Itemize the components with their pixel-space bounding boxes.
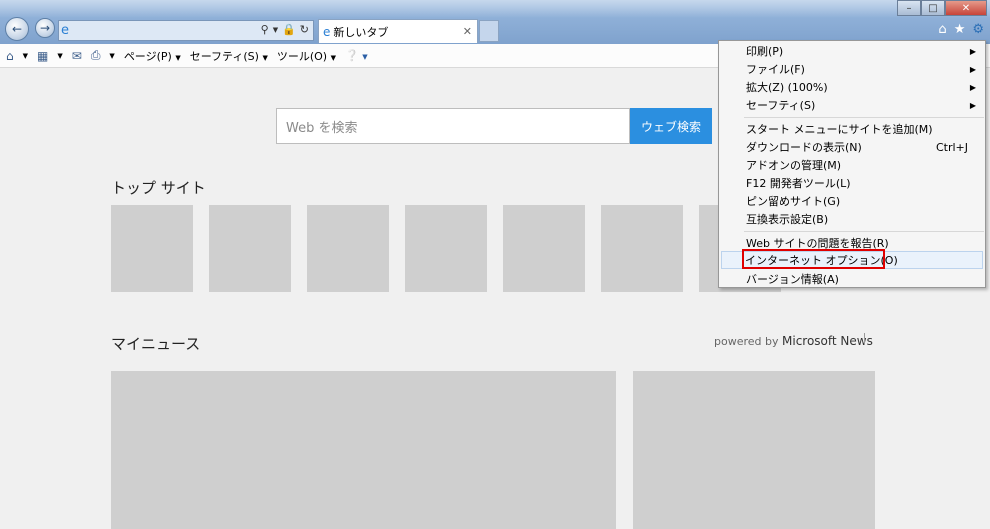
tools-menu[interactable]: ツール(O) ▼: [277, 48, 336, 64]
top-site-tile[interactable]: [111, 205, 193, 292]
address-bar[interactable]: e ⚲ ▼ 🔒 ↻: [58, 20, 314, 41]
menu-item-print[interactable]: 印刷(P) ▶: [719, 42, 985, 60]
powered-by: powered by Microsoft News: [714, 334, 873, 348]
divider: [864, 333, 865, 345]
dropdown-arrow-icon[interactable]: ▼: [23, 52, 28, 60]
top-site-tile[interactable]: [209, 205, 291, 292]
browser-right-tools: ⌂ ★ ⚙: [938, 22, 984, 37]
menu-item-about[interactable]: バージョン情報(A): [719, 270, 985, 288]
arrow-left-icon: ←: [11, 22, 23, 36]
dropdown-arrow-icon[interactable]: ▼: [109, 52, 114, 60]
print-icon[interactable]: ⎙: [91, 48, 101, 63]
dropdown-arrow-icon[interactable]: ▼: [273, 23, 278, 37]
forward-button[interactable]: →: [35, 18, 55, 38]
menu-item-label: ファイル(F): [746, 63, 805, 76]
menu-separator: [744, 117, 984, 118]
top-sites-heading: トップ サイト: [111, 179, 206, 197]
tab-title: 新しいタブ: [333, 25, 389, 39]
news-card[interactable]: [111, 371, 616, 529]
menu-item-label: アドオンの管理(M): [746, 159, 842, 172]
my-news-heading: マイニュース: [111, 335, 201, 353]
back-button[interactable]: ←: [5, 17, 29, 41]
menu-item-label: セーフティ(S): [746, 99, 816, 112]
highlight-box: [742, 249, 885, 269]
tab-new-tab[interactable]: e 新しいタブ ✕: [318, 19, 478, 43]
safety-menu[interactable]: セーフティ(S) ▼: [190, 48, 268, 64]
menu-item-label: 拡大(Z) (100%): [746, 81, 828, 94]
page-menu[interactable]: ページ(P) ▼: [124, 48, 181, 64]
menu-item-zoom[interactable]: 拡大(Z) (100%) ▶: [719, 78, 985, 96]
powered-by-prefix: powered by: [714, 335, 779, 348]
menu-item-label: F12 開発者ツール(L): [746, 177, 851, 190]
menu-item-label: ダウンロードの表示(N): [746, 141, 862, 154]
top-site-tile[interactable]: [503, 205, 585, 292]
menu-item-f12-devtools[interactable]: F12 開発者ツール(L): [719, 174, 985, 192]
minimize-button[interactable]: –: [897, 0, 921, 16]
menu-item-compat-view[interactable]: 互換表示設定(B): [719, 210, 985, 228]
rss-feed-icon[interactable]: ▦: [37, 49, 48, 63]
powered-by-brand[interactable]: Microsoft News: [782, 334, 873, 348]
submenu-arrow-icon: ▶: [969, 46, 976, 56]
search-icon[interactable]: ⚲: [261, 23, 269, 37]
help-icon[interactable]: ❔ ▼: [345, 49, 368, 62]
maximize-button[interactable]: □: [921, 0, 945, 16]
address-tools: ⚲ ▼ 🔒 ↻: [261, 23, 309, 37]
mail-icon[interactable]: ✉: [72, 49, 82, 63]
web-search: Web を検索 ウェブ検索: [276, 108, 712, 144]
browser-titlebar: ← → e ⚲ ▼ 🔒 ↻ e 新しいタブ ✕ – □ ✕ ⌂ ★ ⚙: [0, 0, 990, 44]
close-window-button[interactable]: ✕: [945, 0, 987, 16]
menu-separator: [744, 231, 984, 232]
window-controls: – □ ✕: [897, 0, 987, 16]
new-tab-button[interactable]: [479, 20, 499, 42]
top-site-tile[interactable]: [307, 205, 389, 292]
favorites-star-icon[interactable]: ★: [954, 22, 966, 37]
tools-menu-label: ツール(O): [276, 49, 328, 63]
top-site-tile[interactable]: [601, 205, 683, 292]
top-site-tile[interactable]: [405, 205, 487, 292]
submenu-arrow-icon: ▶: [969, 100, 976, 110]
submenu-arrow-icon: ▶: [969, 82, 976, 92]
menu-item-manage-addons[interactable]: アドオンの管理(M): [719, 156, 985, 174]
home-icon[interactable]: ⌂: [6, 49, 14, 63]
gear-icon[interactable]: ⚙: [972, 22, 984, 37]
menu-item-label: 互換表示設定(B): [746, 213, 829, 226]
lock-icon[interactable]: 🔒: [282, 23, 296, 37]
search-input[interactable]: Web を検索: [276, 108, 630, 144]
arrow-right-icon: →: [39, 21, 51, 35]
page-menu-label: ページ(P): [123, 49, 172, 63]
menu-item-label: ピン留めサイト(G): [746, 195, 841, 208]
web-search-button[interactable]: ウェブ検索: [630, 108, 712, 144]
menu-item-label: バージョン情報(A): [746, 273, 839, 286]
menu-item-shortcut: Ctrl+J: [935, 140, 968, 154]
ie-logo-icon: e: [61, 22, 69, 38]
menu-item-safety[interactable]: セーフティ(S) ▶: [719, 96, 985, 114]
home-icon[interactable]: ⌂: [938, 22, 946, 37]
menu-item-view-downloads[interactable]: ダウンロードの表示(N) Ctrl+J: [719, 138, 985, 156]
menu-item-file[interactable]: ファイル(F) ▶: [719, 60, 985, 78]
news-card[interactable]: [633, 371, 875, 529]
menu-item-add-to-start[interactable]: スタート メニューにサイトを追加(M): [719, 120, 985, 138]
submenu-arrow-icon: ▶: [969, 64, 976, 74]
menu-item-label: スタート メニューにサイトを追加(M): [746, 123, 933, 136]
dropdown-arrow-icon[interactable]: ▼: [57, 52, 62, 60]
refresh-icon[interactable]: ↻: [300, 23, 309, 37]
ie-logo-icon: e: [323, 24, 331, 39]
safety-menu-label: セーフティ(S): [189, 49, 259, 63]
menu-item-pinned-sites[interactable]: ピン留めサイト(G): [719, 192, 985, 210]
menu-item-label: 印刷(P): [746, 45, 784, 58]
close-icon[interactable]: ✕: [463, 25, 472, 38]
